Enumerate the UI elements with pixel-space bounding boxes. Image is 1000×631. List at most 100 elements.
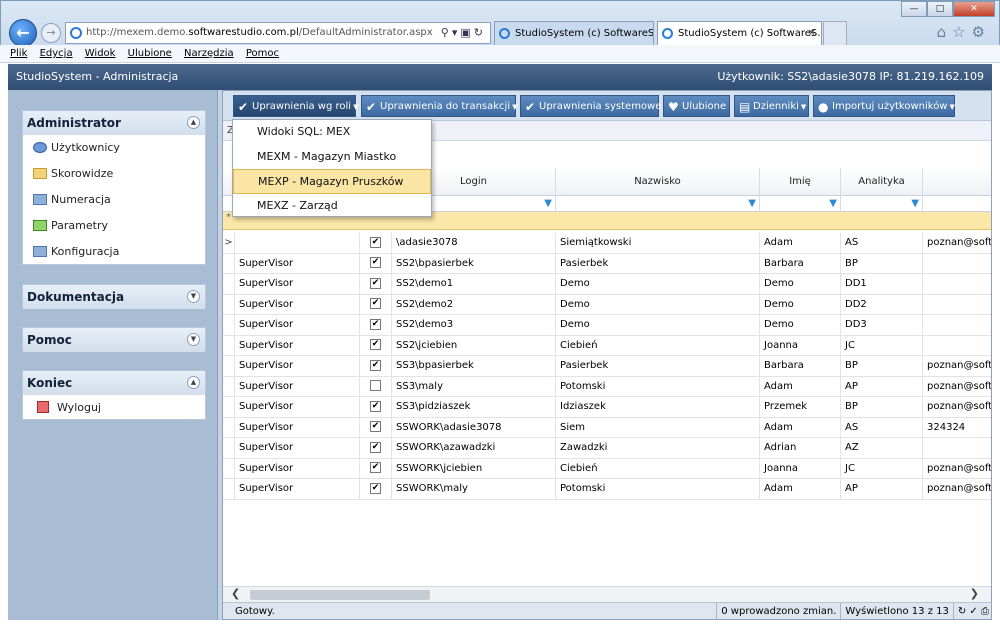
cell-rola[interactable]: SuperVisor [235, 458, 360, 478]
row-indicator[interactable] [223, 417, 235, 437]
cell-login[interactable]: SS2\bpasierbek [392, 253, 556, 273]
row-indicator[interactable] [223, 397, 235, 417]
active-checkbox-cell[interactable]: ✔ [360, 397, 392, 417]
cell-email[interactable]: poznan@softw [923, 356, 991, 376]
active-checkbox-cell[interactable]: ✔ [360, 315, 392, 335]
scroll-right-icon[interactable]: ❯ [970, 587, 979, 600]
cell-analityka[interactable]: AP [841, 376, 923, 396]
filter-imie[interactable]: ▼ [760, 196, 841, 212]
cell-imie[interactable]: Adam [760, 417, 841, 437]
cell-rola[interactable]: SuperVisor [235, 376, 360, 396]
cell-nazwisko[interactable]: Demo [556, 315, 760, 335]
cell-login[interactable]: SSWORK\adasie3078 [392, 417, 556, 437]
cell-email[interactable] [923, 274, 991, 294]
cell-imie[interactable]: Joanna [760, 335, 841, 355]
row-indicator[interactable] [223, 274, 235, 294]
row-indicator[interactable]: > [223, 233, 235, 253]
filter-analityka[interactable]: ▼ [841, 196, 923, 212]
cell-login[interactable]: SS2\demo3 [392, 315, 556, 335]
sidebar-item-parametry[interactable]: Parametry [23, 213, 205, 239]
dzienniki-button[interactable]: ▤ Dzienniki ▼ [734, 95, 809, 117]
row-indicator[interactable] [223, 438, 235, 458]
cell-login[interactable]: SS2\jciebien [392, 335, 556, 355]
checked-checkbox[interactable]: ✔ [370, 236, 381, 248]
cell-login[interactable]: SS3\pidziaszek [392, 397, 556, 417]
menu-ulubione[interactable]: Ulubione [128, 48, 172, 59]
cell-rola[interactable]: SuperVisor [235, 438, 360, 458]
menu-pomoc[interactable]: Pomoc [246, 48, 279, 59]
uprawnienia-do-transakcji-button[interactable]: ✔ Uprawnienia do transakcji ▼ [361, 95, 518, 117]
cell-login[interactable]: SSWORK\azawadzki [392, 438, 556, 458]
importuj-uzytkownikow-button[interactable]: ● Importuj użytkowników ▼ [813, 95, 955, 117]
cell-imie[interactable]: Demo [760, 274, 841, 294]
cell-imie[interactable]: Demo [760, 294, 841, 314]
cell-nazwisko[interactable]: Ciebień [556, 458, 760, 478]
dropdown-item[interactable]: MEXP - Magazyn Pruszków [233, 169, 431, 194]
checked-checkbox[interactable]: ✔ [370, 318, 381, 330]
cell-analityka[interactable]: DD3 [841, 315, 923, 335]
table-row[interactable]: SuperVisor ✔ SS3\bpasierbek Pasierbek Barbar… [223, 356, 991, 377]
cell-rola[interactable]: SuperVisor [235, 294, 360, 314]
checked-checkbox[interactable]: ✔ [370, 257, 381, 268]
cell-imie[interactable]: Adam [760, 479, 841, 499]
cell-analityka[interactable]: BP [841, 356, 923, 376]
column-analityka[interactable]: Analityka [841, 168, 923, 196]
cell-email[interactable] [923, 295, 991, 315]
table-row[interactable]: SuperVisor SS3\maly Potomski Adam AP poznan@s… [223, 376, 991, 397]
browser-tab-1[interactable]: StudioSystem (c) SoftwareStud... [494, 21, 654, 46]
close-tab-icon[interactable]: ✕ [808, 22, 816, 45]
cell-analityka[interactable]: JC [841, 458, 923, 478]
menu-plik[interactable]: Plik [10, 48, 27, 59]
table-row[interactable]: SuperVisor ✔ SS2\jciebien Ciebień Joanna JC [223, 335, 991, 356]
cell-nazwisko[interactable]: Pasierbek [556, 356, 760, 376]
column-nazwisko[interactable]: Nazwisko [556, 168, 760, 196]
cell-login[interactable]: SS2\demo2 [392, 294, 556, 314]
cell-imie[interactable]: Przemek [760, 397, 841, 417]
cell-email[interactable]: poznan@softw [923, 479, 991, 499]
cell-analityka[interactable]: BP [841, 253, 923, 273]
cell-analityka[interactable]: JC [841, 335, 923, 355]
cell-rola[interactable]: SuperVisor [235, 397, 360, 417]
minimize-button[interactable]: — [901, 1, 927, 17]
column-email[interactable] [923, 168, 991, 196]
active-checkbox-cell[interactable]: ✔ [360, 335, 392, 355]
cell-rola[interactable]: SuperVisor [235, 356, 360, 376]
sidebar-item-skorowidze[interactable]: Skorowidze [23, 161, 205, 187]
checked-checkbox[interactable]: ✔ [370, 277, 381, 289]
ulubione-button[interactable]: ♥ Ulubione [663, 95, 730, 117]
table-row[interactable]: SuperVisor ✔ SS2\demo3 Demo Demo DD3 [223, 315, 991, 336]
table-row[interactable]: SuperVisor ✔ SS2\demo2 Demo Demo DD2 [223, 294, 991, 315]
cell-email[interactable] [923, 254, 991, 274]
row-indicator[interactable] [223, 479, 235, 499]
cell-imie[interactable]: Demo [760, 315, 841, 335]
address-bar[interactable]: http://mexem.demo.softwarestudio.com.pl/… [65, 22, 491, 44]
cell-rola[interactable]: SuperVisor [235, 274, 360, 294]
cell-analityka[interactable]: DD1 [841, 274, 923, 294]
cell-login[interactable]: SS3\maly [392, 376, 556, 396]
filter-email[interactable] [923, 196, 991, 212]
scroll-left-icon[interactable]: ❮ [231, 587, 240, 600]
sidebar-item-numeracja[interactable]: Numeracja [23, 187, 205, 213]
uprawnienia-wg-roli-button[interactable]: ✔ Uprawnienia wg roli ▼ [233, 95, 358, 117]
maximize-button[interactable]: □ [927, 1, 953, 17]
table-row[interactable]: > ✔ \adasie3078 Siemiątkowski Adam AS poznan@s… [223, 233, 991, 254]
checked-checkbox[interactable]: ✔ [370, 421, 381, 432]
active-checkbox-cell[interactable]: ✔ [360, 479, 392, 499]
status-tool-icons[interactable]: ↻ ✓ ⎙ [952, 603, 989, 619]
forward-button[interactable]: → [41, 23, 61, 43]
cell-nazwisko[interactable]: Potomski [556, 376, 760, 396]
cell-analityka[interactable]: AS [841, 233, 923, 253]
back-button[interactable]: ← [9, 19, 37, 47]
cell-login[interactable]: SSWORK\maly [392, 479, 556, 499]
cell-analityka[interactable]: DD2 [841, 294, 923, 314]
search-refresh-icons[interactable]: ⚲▾▣↻ [441, 23, 486, 43]
sidebar-item-wyloguj[interactable]: Wyloguj [23, 395, 205, 421]
koniec-panel-header[interactable]: Koniec ▲ [23, 371, 205, 395]
cell-rola[interactable]: SuperVisor [235, 479, 360, 499]
column-imie[interactable]: Imię [760, 168, 841, 196]
table-row[interactable]: SuperVisor ✔ SS3\pidziaszek Idziaszek Przeme… [223, 397, 991, 418]
dropdown-item[interactable]: MEXZ - Zarząd [233, 194, 431, 219]
cell-imie[interactable]: Adrian [760, 438, 841, 458]
checked-checkbox[interactable]: ✔ [370, 462, 381, 473]
cell-nazwisko[interactable]: Ciebień [556, 335, 760, 355]
